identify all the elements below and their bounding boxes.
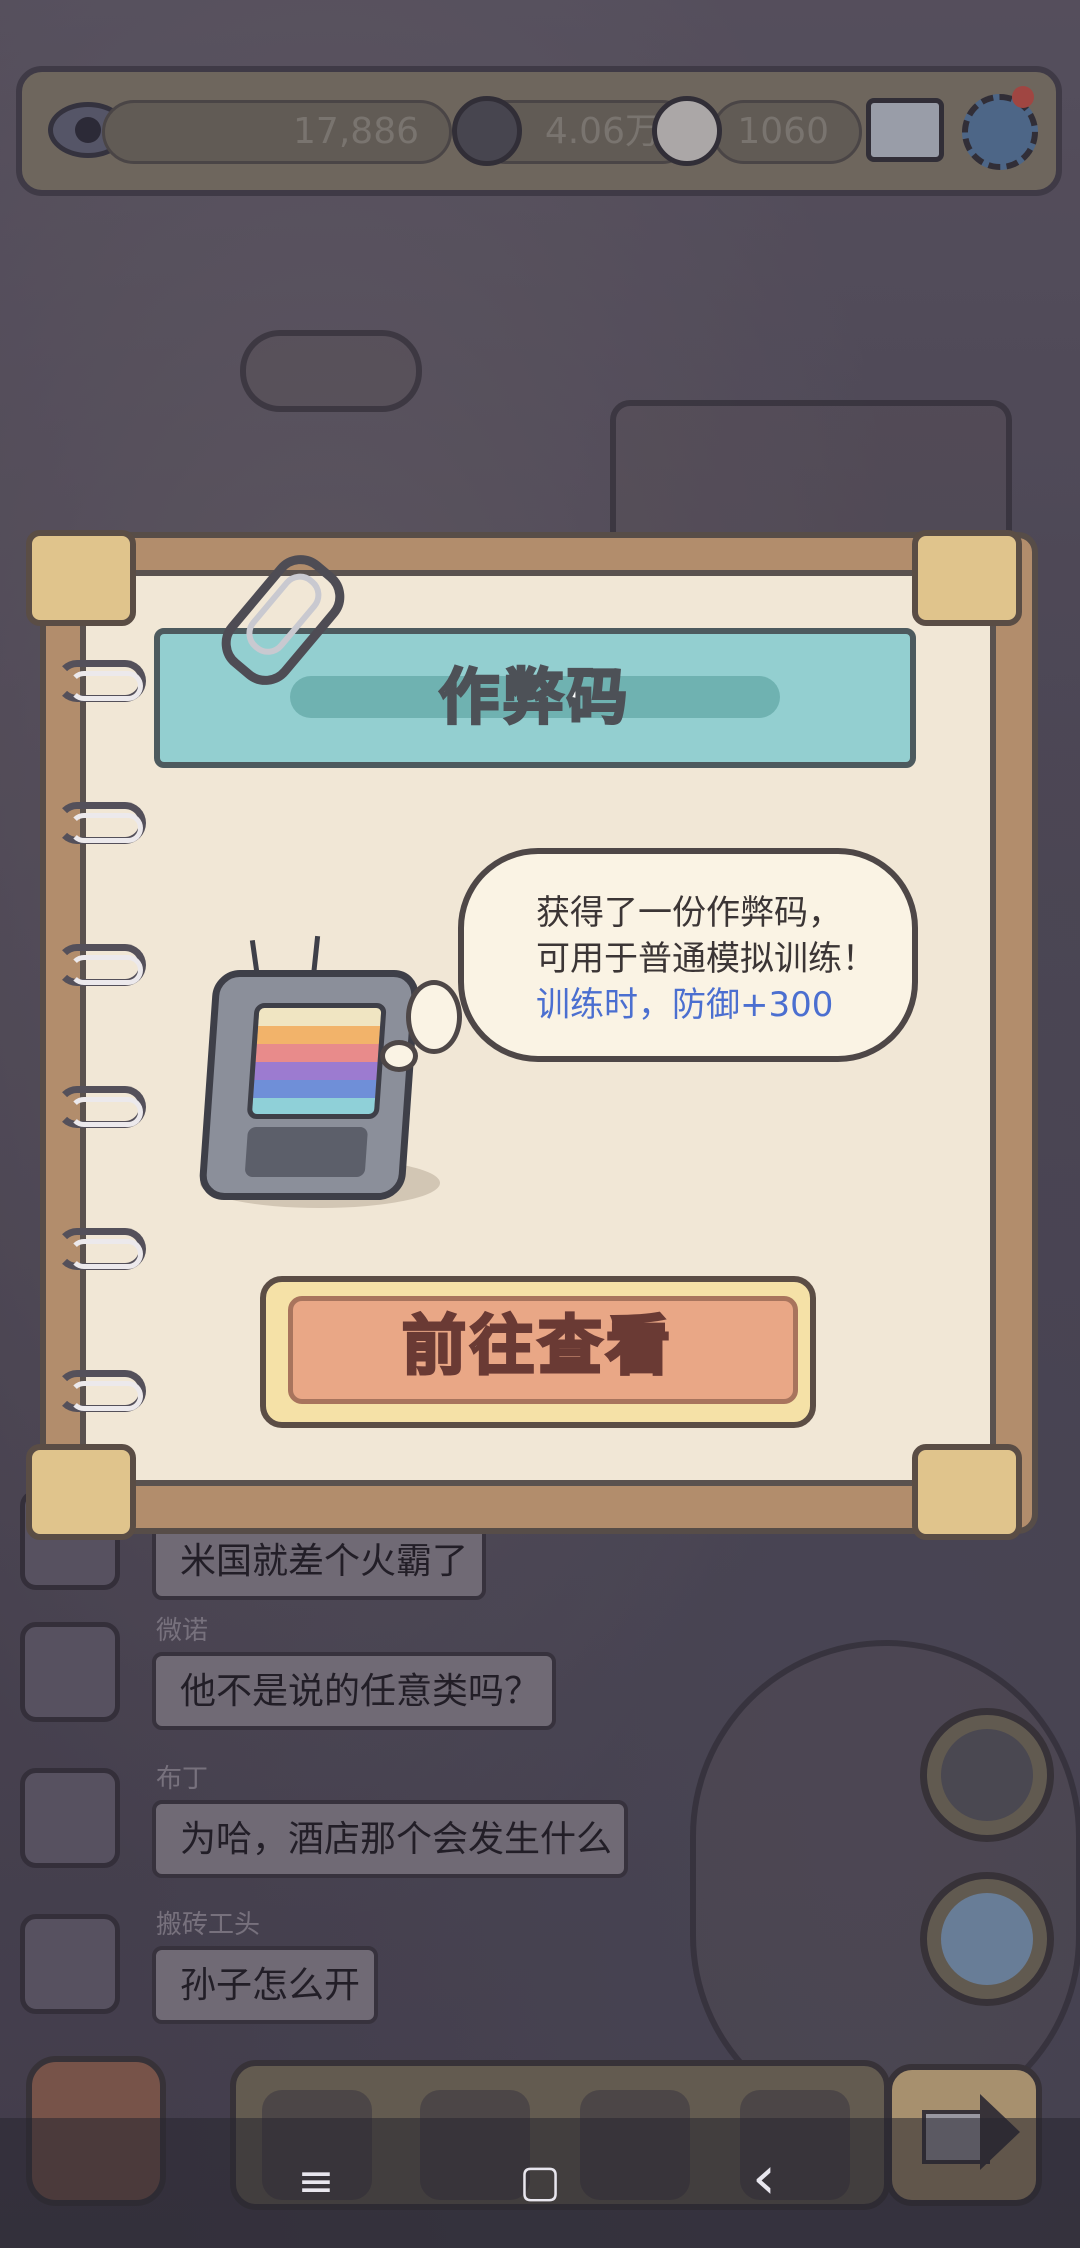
- device-screen: [246, 1003, 387, 1119]
- home-icon[interactable]: ▢: [500, 2152, 580, 2212]
- go-view-button[interactable]: 前往查看: [260, 1276, 816, 1428]
- notebook-ring: [56, 944, 146, 986]
- frame-corner: [912, 530, 1022, 626]
- device-keypad: [244, 1127, 369, 1177]
- speech-bubble: 获得了一份作弊码， 可用于普通模拟训练！ 训练时，防御+300: [458, 848, 918, 1062]
- bubble-line-2: 可用于普通模拟训练！: [536, 939, 876, 979]
- thought-dot: [380, 1040, 418, 1072]
- frame-corner: [912, 1444, 1022, 1540]
- go-view-label: 前往查看: [401, 1309, 674, 1386]
- notebook-ring: [56, 1228, 146, 1270]
- bubble-line-1: 获得了一份作弊码，: [536, 893, 842, 933]
- notebook-ring: [56, 1370, 146, 1412]
- thought-dot: [406, 980, 462, 1054]
- frame-corner: [26, 1444, 136, 1540]
- cheat-device-icon: [197, 970, 421, 1200]
- notebook-ring: [56, 802, 146, 844]
- notebook-ring: [56, 660, 146, 702]
- menu-icon[interactable]: ≡: [276, 2152, 356, 2212]
- bubble-line-3: 训练时，防御+300: [536, 985, 834, 1025]
- notebook-ring: [56, 1086, 146, 1128]
- frame-corner: [26, 530, 136, 626]
- back-icon[interactable]: ‹: [724, 2148, 804, 2208]
- system-navigation-bar: ≡ ▢ ‹: [0, 2118, 1080, 2248]
